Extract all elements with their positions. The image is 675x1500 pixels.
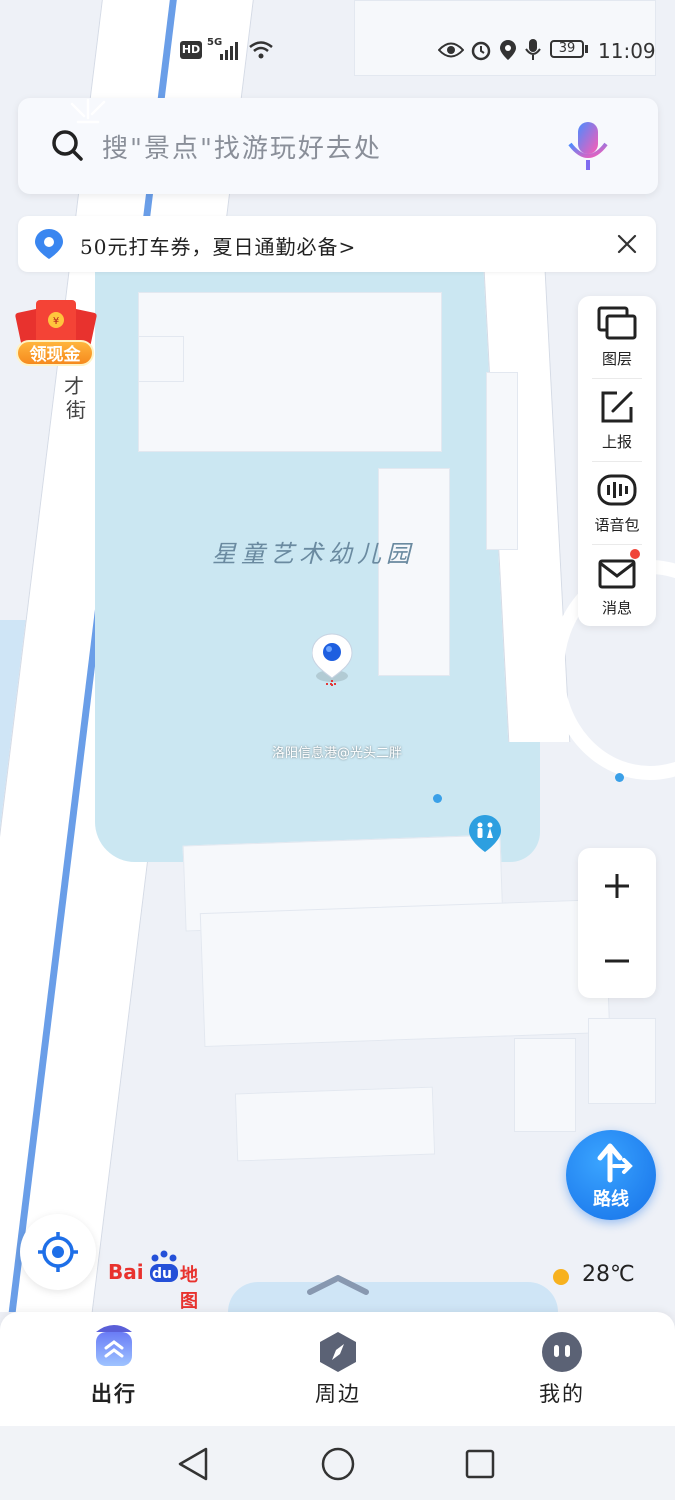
hd-badge: HD	[180, 41, 202, 59]
water-area	[228, 1282, 558, 1312]
back-icon[interactable]	[176, 1446, 210, 1482]
tab-nearby-label: 周边	[315, 1382, 361, 1406]
minus-icon	[605, 959, 629, 963]
clock: 11:09	[598, 39, 656, 63]
travel-icon	[96, 1325, 132, 1366]
location-marker-icon	[35, 229, 63, 259]
banner-text[interactable]: 50元打车券，夏日通勤必备>	[80, 231, 356, 260]
signal-icon	[220, 42, 238, 60]
logo-bai: Bai	[108, 1260, 144, 1284]
voice-pack-button[interactable]: 语音包	[578, 462, 656, 544]
building	[199, 898, 611, 1048]
search-placeholder[interactable]: 搜"景点"找游玩好去处	[102, 128, 382, 165]
tab-travel-label: 出行	[91, 1381, 137, 1406]
layers-icon	[597, 306, 637, 340]
report-label: 上报	[601, 433, 632, 451]
message-button[interactable]: 消息	[578, 545, 656, 627]
report-icon	[601, 391, 633, 423]
map-dot	[433, 794, 442, 803]
map-dot	[615, 773, 624, 782]
alarm-icon	[471, 41, 491, 61]
map-canvas[interactable]: 才 街 星童艺术幼儿园 洛阳信息港@光头二胖 ¥ 领现金 Bai du 地图 2…	[0, 0, 675, 1312]
battery-tip	[585, 45, 588, 53]
svg-text:¥: ¥	[53, 316, 59, 327]
zoom-out-button[interactable]	[578, 923, 656, 998]
street-label: 街	[66, 398, 86, 422]
temperature: 28℃	[582, 1262, 635, 1287]
logo-ditu: 地图	[180, 1265, 198, 1312]
building	[486, 372, 518, 550]
recents-icon[interactable]	[464, 1448, 496, 1480]
red-packet-promo[interactable]: ¥ 领现金	[14, 296, 98, 372]
chevron-up-icon[interactable]	[306, 1268, 370, 1298]
poi-name[interactable]: 星童艺术幼儿园	[212, 534, 415, 569]
tab-travel[interactable]: 出行	[54, 1322, 174, 1422]
building	[588, 1018, 656, 1104]
map-tools-panel: 图层 上报 语音包 消息	[578, 296, 656, 626]
mic-status-icon	[525, 39, 541, 60]
compass-icon	[320, 1332, 356, 1372]
profile-icon	[542, 1332, 582, 1372]
voice-pack-icon	[597, 474, 637, 506]
eye-icon	[438, 42, 464, 58]
building	[138, 336, 184, 382]
locate-button[interactable]	[20, 1214, 96, 1290]
location-pin-icon[interactable]	[311, 632, 356, 700]
battery-icon: 39	[550, 40, 584, 58]
bottom-nav: 出行 周边 我的	[0, 1312, 675, 1426]
logo-du: du	[152, 1266, 172, 1282]
route-arrow-icon	[597, 1143, 633, 1183]
tab-profile[interactable]: 我的	[502, 1322, 622, 1422]
zoom-in-button[interactable]	[578, 848, 656, 923]
home-icon[interactable]	[320, 1446, 356, 1482]
zoom-control	[578, 848, 656, 998]
building	[234, 1086, 436, 1162]
system-nav-bar	[0, 1426, 675, 1500]
message-label: 消息	[601, 599, 632, 617]
promo-banner[interactable]: 50元打车券，夏日通勤必备>	[18, 216, 656, 272]
sparkle-icon	[70, 98, 106, 124]
red-packet-label: 领现金	[16, 340, 94, 366]
layers-label: 图层	[601, 350, 632, 368]
route-label: 路线	[593, 1189, 629, 1210]
search-icon	[52, 130, 83, 161]
status-bar: HD 5G 39 11:09	[0, 0, 675, 100]
building	[378, 468, 450, 676]
message-icon	[598, 559, 636, 589]
crosshair-icon	[38, 1232, 78, 1272]
watermark-text: 洛阳信息港@光头二胖	[272, 746, 403, 761]
plus-icon	[605, 874, 629, 898]
search-bar[interactable]: 搜"景点"找游玩好去处	[18, 98, 658, 194]
building	[514, 1038, 576, 1132]
layers-button[interactable]: 图层	[578, 296, 656, 378]
sun-icon	[553, 1269, 569, 1285]
report-button[interactable]: 上报	[578, 379, 656, 461]
tab-profile-label: 我的	[539, 1382, 585, 1406]
voice-pack-label: 语音包	[594, 516, 640, 534]
wifi-icon	[249, 41, 273, 59]
tab-nearby[interactable]: 周边	[278, 1322, 398, 1422]
close-icon[interactable]	[616, 233, 638, 255]
battery-level: 39	[558, 41, 576, 56]
route-button[interactable]: 路线	[566, 1130, 656, 1220]
restroom-icon[interactable]	[467, 814, 503, 854]
location-icon	[500, 40, 516, 60]
notification-dot	[630, 549, 640, 559]
microphone-icon[interactable]	[562, 118, 614, 178]
